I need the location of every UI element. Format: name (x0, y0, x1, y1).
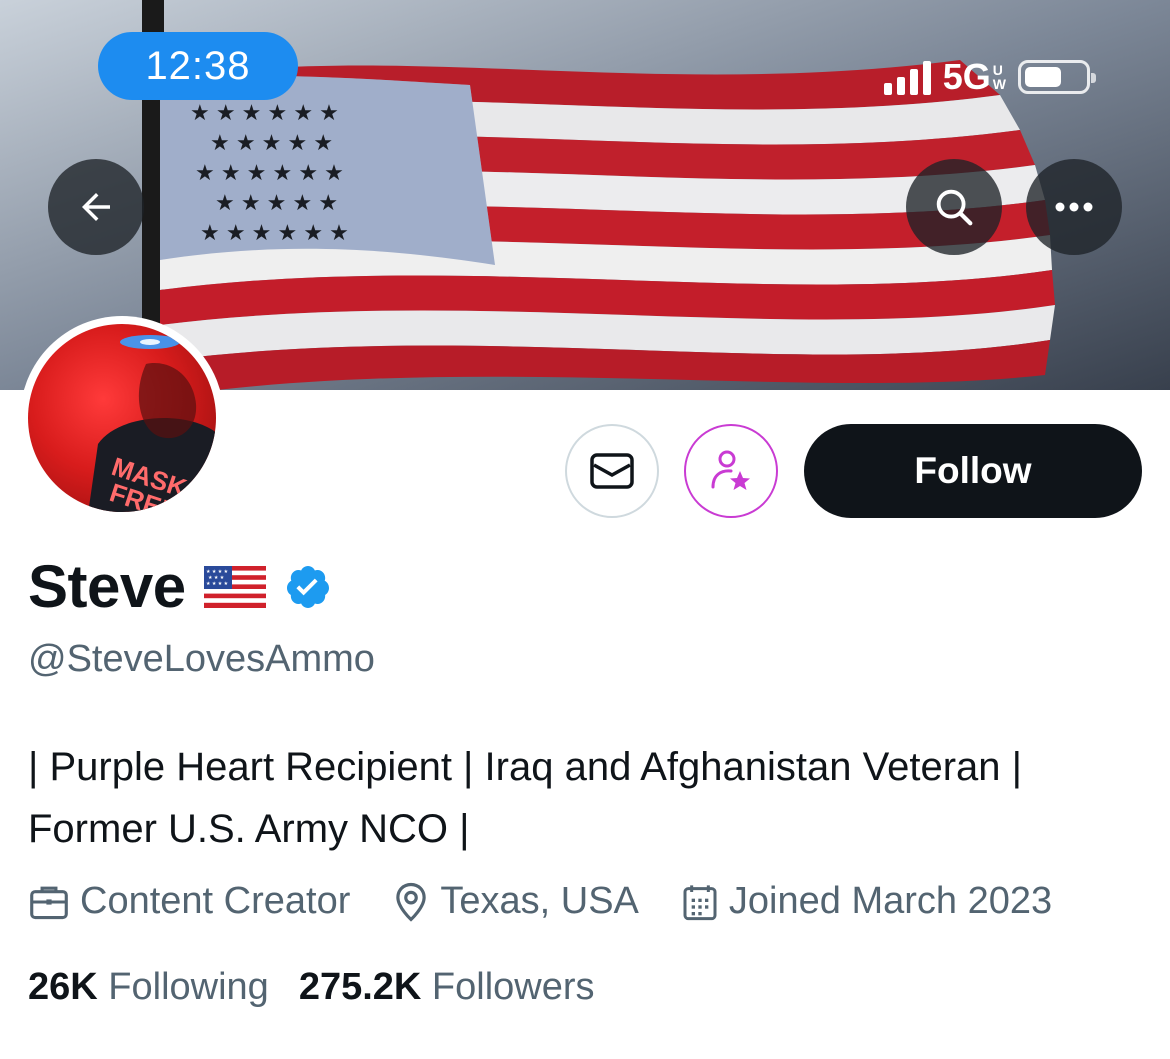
location-pin-icon (396, 882, 427, 922)
profile-name-row: Steve ★ ★ ★ ★ ★ ★ ★ ★ ★ ★ ★ (28, 552, 332, 621)
followers-label: Followers (431, 966, 595, 1008)
following-count: 26K (28, 966, 98, 1008)
verified-badge-icon[interactable] (284, 563, 332, 611)
location-label: Texas, USA (440, 880, 639, 922)
more-options-button[interactable] (1026, 159, 1122, 255)
profile-joined: Joined March 2023 (681, 880, 1052, 923)
message-button[interactable] (565, 424, 659, 518)
svg-text:★ ★ ★ ★ ★: ★ ★ ★ ★ ★ (210, 130, 333, 155)
briefcase-icon (30, 886, 68, 919)
avatar[interactable]: MASK FREE (20, 316, 224, 520)
calendar-icon (683, 884, 717, 920)
svg-text:★ ★ ★ ★ ★ ★: ★ ★ ★ ★ ★ ★ (200, 220, 349, 245)
following-label: Following (108, 966, 269, 1008)
svg-text:★ ★ ★ ★ ★: ★ ★ ★ ★ ★ (215, 190, 338, 215)
network-label: 5G UW (942, 56, 1006, 97)
svg-text:★ ★ ★ ★: ★ ★ ★ ★ (206, 581, 229, 587)
svg-text:★ ★ ★ ★ ★ ★: ★ ★ ★ ★ ★ ★ (195, 160, 344, 185)
search-icon (936, 189, 973, 226)
profile-meta: Content Creator Texas, USA Joined March … (28, 880, 1094, 923)
person-star-icon (711, 450, 750, 490)
profile-stats: 26K Following 275.2K Followers (28, 966, 625, 1009)
profile-handle: @SteveLovesAmmo (28, 638, 375, 680)
subscribe-button[interactable] (684, 424, 778, 518)
profile-location: Texas, USA (392, 880, 639, 923)
profile-category: Content Creator (28, 880, 350, 923)
back-button[interactable] (48, 159, 144, 255)
bio-line: | Purple Heart Recipient | Iraq and Afgh… (28, 745, 1023, 789)
ellipsis-icon (1055, 202, 1093, 212)
avatar-image: MASK FREE (28, 324, 216, 512)
battery-icon (1018, 60, 1096, 94)
svg-text:★ ★ ★ ★ ★ ★: ★ ★ ★ ★ ★ ★ (190, 100, 339, 125)
status-time: 12:38 (98, 32, 298, 100)
followers-link[interactable]: 275.2K Followers (299, 966, 595, 1009)
envelope-icon (590, 453, 634, 489)
display-name: Steve (28, 553, 186, 620)
following-link[interactable]: 26K Following (28, 966, 269, 1009)
followers-count: 275.2K (298, 966, 422, 1008)
follow-button[interactable]: Follow (804, 424, 1142, 518)
search-button[interactable] (906, 159, 1002, 255)
profile-bio: | Purple Heart Recipient | Iraq and Afgh… (28, 736, 1148, 860)
joined-label: Joined March 2023 (728, 880, 1053, 922)
us-flag-emoji: ★ ★ ★ ★★ ★ ★★ ★ ★ ★ (203, 565, 266, 608)
status-indicators: 5G UW (883, 56, 1096, 98)
cellular-signal-icon (883, 59, 931, 95)
bio-line: Former U.S. Army NCO | (28, 807, 470, 851)
category-label: Content Creator (80, 880, 351, 922)
arrow-left-icon (82, 193, 110, 221)
